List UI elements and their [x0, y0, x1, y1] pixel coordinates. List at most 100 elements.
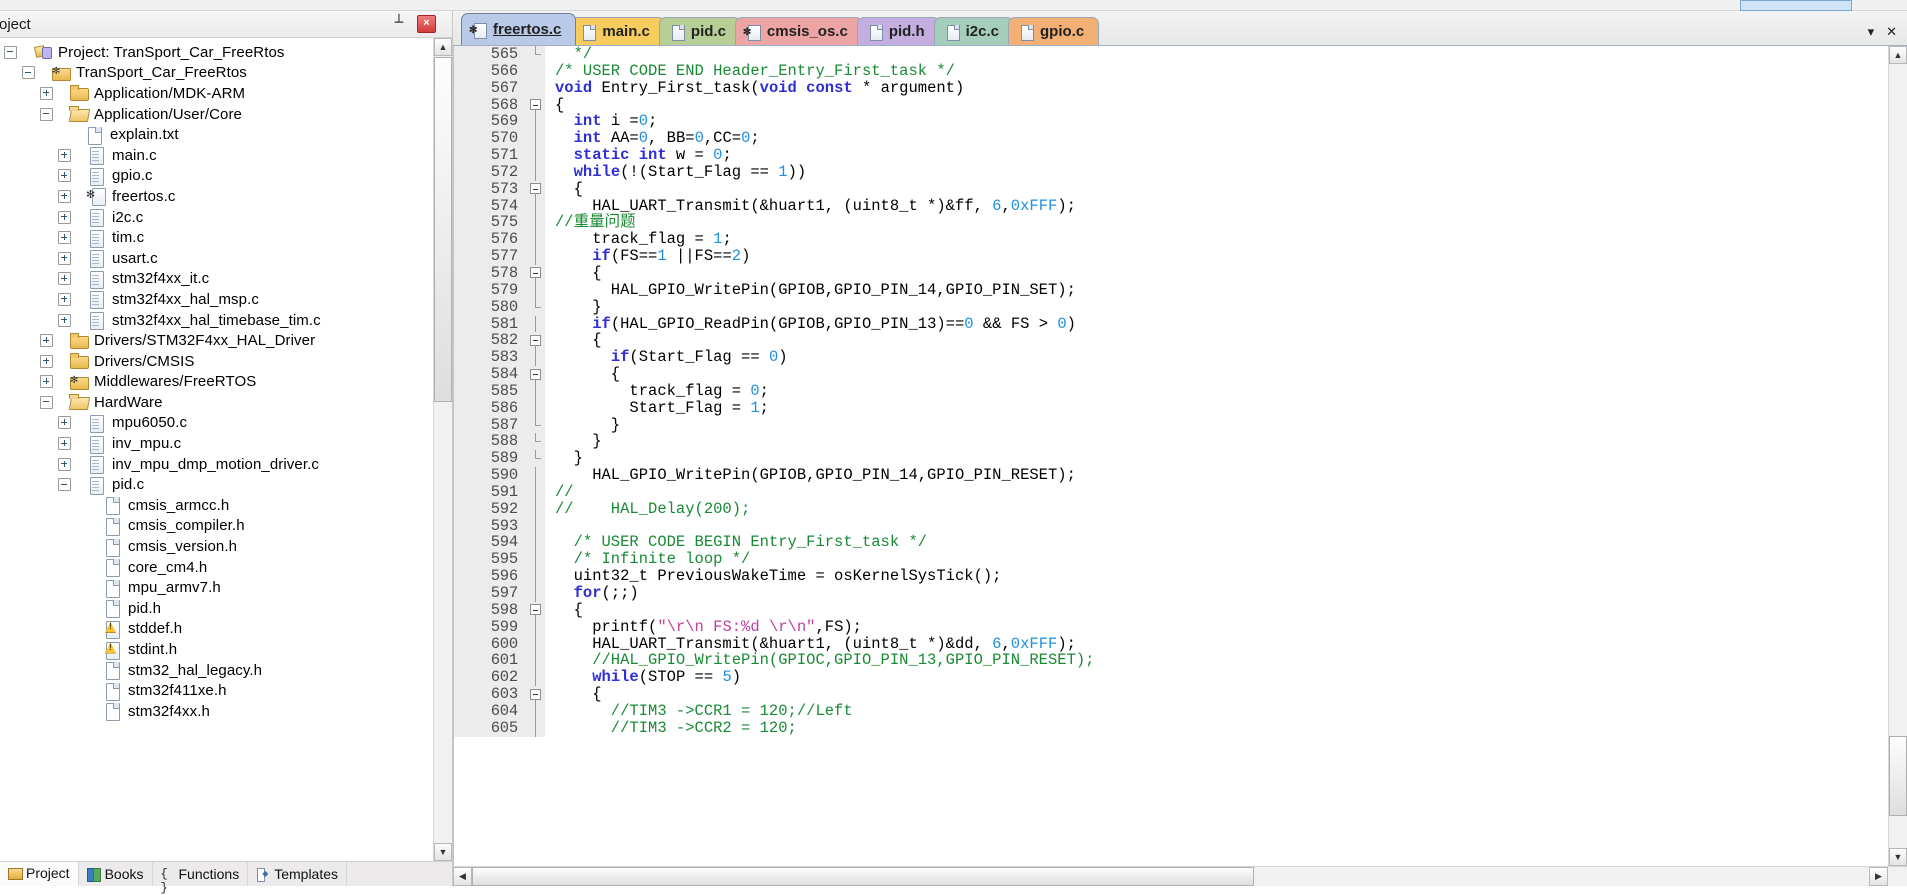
- code-line[interactable]: 588 }: [454, 433, 1888, 451]
- fold-margin[interactable]: [527, 669, 545, 687]
- code-line[interactable]: 605 //TIM3 ->CCR2 = 120;: [454, 719, 1888, 737]
- fold-margin[interactable]: [527, 500, 545, 518]
- code-line[interactable]: 580 }: [454, 298, 1888, 316]
- code-line[interactable]: 565 */: [454, 46, 1888, 63]
- code-line[interactable]: 592 // HAL_Delay(200);: [454, 500, 1888, 518]
- hscroll-thumb[interactable]: [472, 867, 1254, 886]
- fold-margin[interactable]: [527, 180, 545, 198]
- tree-item[interactable]: stm32f4xx.h: [4, 701, 452, 722]
- code-line[interactable]: 587 }: [454, 416, 1888, 434]
- pin-icon[interactable]: ┴: [390, 14, 408, 32]
- fold-margin[interactable]: [527, 534, 545, 552]
- pane-tab-templates[interactable]: Templates: [248, 862, 348, 886]
- editor-vertical-scrollbar[interactable]: ▲ ▼: [1888, 46, 1907, 866]
- tree-item[interactable]: cmsis_version.h: [4, 536, 452, 557]
- code-line[interactable]: 584 {: [454, 366, 1888, 383]
- tree-item[interactable]: pid.h: [4, 598, 452, 619]
- code-line[interactable]: 577 if(FS==1 ||FS==2): [454, 248, 1888, 265]
- tree-item[interactable]: main.c: [4, 145, 452, 166]
- tree-item[interactable]: explain.txt: [4, 124, 452, 145]
- code-line[interactable]: 573 {: [454, 180, 1888, 198]
- expand-icon[interactable]: [58, 437, 71, 451]
- close-icon[interactable]: ×: [417, 15, 436, 33]
- fold-margin[interactable]: [527, 719, 545, 737]
- pane-tab-functions[interactable]: { } Functions: [153, 862, 249, 895]
- fold-margin[interactable]: [527, 551, 545, 569]
- tree-item[interactable]: Drivers/CMSIS: [4, 351, 452, 372]
- fold-margin[interactable]: [527, 366, 545, 383]
- tree-item[interactable]: inv_mpu_dmp_motion_driver.c: [4, 454, 452, 475]
- collapse-icon[interactable]: [22, 66, 35, 80]
- fold-margin[interactable]: [527, 130, 545, 148]
- tree-item[interactable]: stdint.h: [4, 639, 452, 660]
- expand-icon[interactable]: [58, 272, 71, 286]
- code-line[interactable]: 598 {: [454, 601, 1888, 619]
- project-tree[interactable]: Project: TranSport_Car_FreeRtos TranSport…: [0, 38, 452, 722]
- fold-margin[interactable]: [527, 601, 545, 619]
- fold-margin[interactable]: [527, 399, 545, 417]
- code-line[interactable]: 594 /* USER CODE BEGIN Entry_First_task …: [454, 534, 1888, 552]
- fold-margin[interactable]: [527, 416, 545, 434]
- code-line[interactable]: 568 {: [454, 96, 1888, 114]
- expand-icon[interactable]: [58, 189, 71, 203]
- expand-icon[interactable]: [58, 251, 71, 265]
- fold-margin[interactable]: [527, 62, 545, 80]
- code-line[interactable]: 599 printf("\r\n FS:%d \r\n",FS);: [454, 618, 1888, 636]
- tree-item[interactable]: cmsis_armcc.h: [4, 495, 452, 516]
- expand-icon[interactable]: [58, 148, 71, 162]
- tree-item[interactable]: stm32f4xx_hal_msp.c: [4, 289, 452, 310]
- fold-margin[interactable]: [527, 618, 545, 636]
- editor-tab-freertos-c[interactable]: freertos.c: [461, 13, 577, 45]
- editor-tab-pid-h[interactable]: pid.h: [856, 17, 940, 45]
- fold-margin[interactable]: [527, 79, 545, 97]
- editor-tab-pid-c[interactable]: pid.c: [658, 17, 741, 45]
- editor-scroll-right-icon[interactable]: ▶: [1869, 867, 1888, 886]
- tree-item[interactable]: stm32_hal_legacy.h: [4, 660, 452, 681]
- fold-margin[interactable]: [527, 450, 545, 468]
- code-line[interactable]: 590 HAL_GPIO_WritePin(GPIOB,GPIO_PIN_14,…: [454, 467, 1888, 484]
- expand-icon[interactable]: [40, 334, 53, 348]
- collapse-icon[interactable]: [40, 107, 53, 121]
- tree-item[interactable]: Application/MDK-ARM: [4, 83, 452, 104]
- fold-margin[interactable]: [527, 433, 545, 451]
- pane-tab-project[interactable]: Project: [0, 862, 79, 886]
- fold-margin[interactable]: [527, 96, 545, 114]
- fold-margin[interactable]: [527, 702, 545, 720]
- expand-icon[interactable]: [58, 169, 71, 183]
- close-tab-icon[interactable]: ✕: [1886, 24, 1897, 40]
- code-line[interactable]: 583 if(Start_Flag == 0): [454, 349, 1888, 367]
- code-line[interactable]: 575 //重量问题: [454, 214, 1888, 232]
- fold-margin[interactable]: [527, 281, 545, 299]
- tree-item[interactable]: stm32f4xx_it.c: [4, 269, 452, 290]
- fold-margin[interactable]: [527, 382, 545, 400]
- expand-icon[interactable]: [58, 210, 71, 224]
- fold-margin[interactable]: [527, 197, 545, 215]
- fold-margin[interactable]: [527, 349, 545, 367]
- code-line[interactable]: 572 while(!(Start_Flag == 1)): [454, 163, 1888, 181]
- code-line[interactable]: 593: [454, 517, 1888, 535]
- tree-item[interactable]: Middlewares/FreeRTOS: [4, 372, 452, 393]
- tree-item[interactable]: Drivers/STM32F4xx_HAL_Driver: [4, 330, 452, 351]
- fold-margin[interactable]: [527, 147, 545, 164]
- editor-tab-i2c-c[interactable]: i2c.c: [933, 17, 1015, 45]
- code-line[interactable]: 585 track_flag = 0;: [454, 382, 1888, 400]
- tree-item[interactable]: pid.c: [4, 474, 452, 495]
- tree-item[interactable]: stm32f4xx_hal_timebase_tim.c: [4, 310, 452, 331]
- code-line[interactable]: 597 for(;;): [454, 585, 1888, 602]
- scroll-up-icon[interactable]: ▲: [434, 38, 452, 56]
- tree-item[interactable]: Application/User/Core: [4, 104, 452, 125]
- code-line[interactable]: 569 int i =0;: [454, 113, 1888, 131]
- tree-item[interactable]: inv_mpu.c: [4, 433, 452, 454]
- code-line[interactable]: 602 while(STOP == 5): [454, 669, 1888, 687]
- tree-item[interactable]: TranSport_Car_FreeRtos: [4, 63, 452, 84]
- fold-margin[interactable]: [527, 113, 545, 131]
- fold-margin[interactable]: [527, 332, 545, 350]
- fold-margin[interactable]: [527, 467, 545, 484]
- fold-margin[interactable]: [527, 686, 545, 703]
- editor-scroll-up-icon[interactable]: ▲: [1889, 46, 1907, 64]
- editor-scroll-thumb[interactable]: [1889, 736, 1907, 816]
- code-line[interactable]: 566 /* USER CODE END Header_Entry_First_t…: [454, 62, 1888, 80]
- code-line[interactable]: 600 HAL_UART_Transmit(&huart1, (uint8_t …: [454, 635, 1888, 653]
- code-lines[interactable]: 565 */566/* USER CODE END Header_Entry_F…: [454, 46, 1888, 737]
- expand-icon[interactable]: [58, 313, 71, 327]
